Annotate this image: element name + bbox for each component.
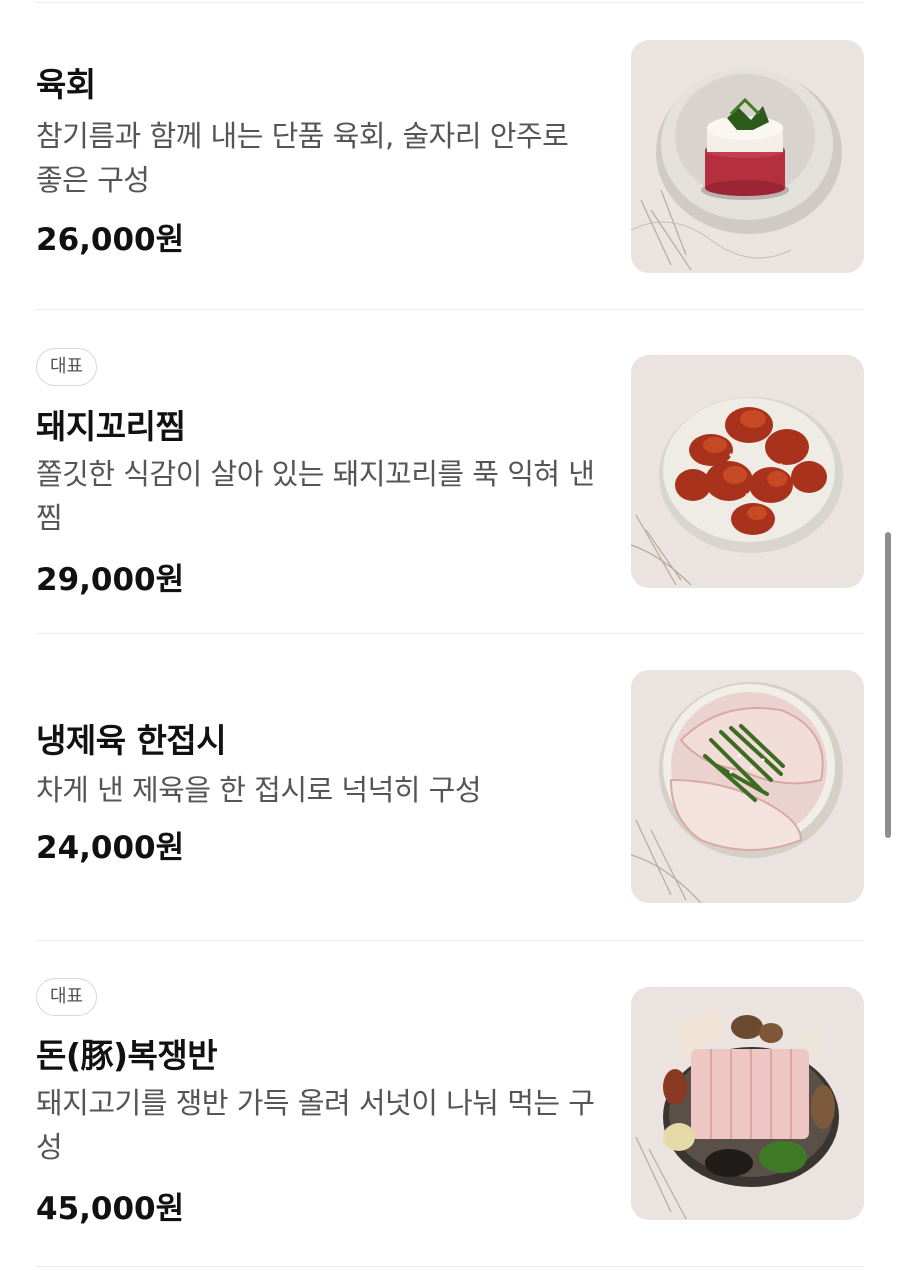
menu-item-name: 돈(豚)복쟁반: [36, 1036, 218, 1075]
menu-item-description: 차게 낸 제육을 한 접시로 넉넉히 구성: [36, 773, 482, 807]
pork-platter-image[interactable]: [631, 987, 864, 1220]
menu-item-description: 돼지고기를 쟁반 가득 올려 서넛이 나눠 먹는 구성: [36, 1086, 595, 1164]
signature-badge: 대표: [36, 978, 98, 1016]
menu-item-price: 24,000원: [36, 830, 185, 866]
menu-item-description: 쫄깃한 식감이 살아 있는 돼지꼬리를 푹 익혀 낸 찜: [36, 457, 595, 535]
menu-item-price: 45,000원: [36, 1191, 185, 1227]
menu-item-yukhoe[interactable]: 육회 참기름과 함께 내는 단품 육회, 술자리 안주로 좋은 구성 26,00…: [0, 0, 900, 310]
menu-item-cold-pork-plate[interactable]: 냉제육 한접시 차게 낸 제육을 한 접시로 넉넉히 구성 24,000원: [0, 634, 900, 941]
signature-badge: 대표: [36, 348, 98, 386]
yukhoe-image[interactable]: [631, 40, 864, 273]
menu-item-name: 냉제육 한접시: [36, 721, 227, 760]
menu-item-braised-pork-tail[interactable]: 대표 돼지꼬리찜 쫄깃한 식감이 살아 있는 돼지꼬리를 푹 익혀 낸 찜 29…: [0, 310, 900, 634]
menu-item-name: 육회: [36, 65, 96, 104]
menu-item-pork-platter[interactable]: 대표 돈(豚)복쟁반 돼지고기를 쟁반 가득 올려 서넛이 나눠 먹는 구성 4…: [0, 941, 900, 1267]
menu-item-description: 참기름과 함께 내는 단품 육회, 술자리 안주로 좋은 구성: [36, 119, 569, 197]
divider: [36, 1266, 864, 1267]
menu-item-price: 29,000원: [36, 562, 185, 598]
braised-pork-tail-image[interactable]: [631, 355, 864, 588]
menu-list: 육회 참기름과 함께 내는 단품 육회, 술자리 안주로 좋은 구성 26,00…: [0, 0, 900, 1270]
scrollbar[interactable]: [885, 532, 891, 838]
menu-item-name: 돼지꼬리찜: [36, 407, 186, 446]
cold-pork-plate-image[interactable]: [631, 670, 864, 903]
menu-item-price: 26,000원: [36, 222, 185, 258]
